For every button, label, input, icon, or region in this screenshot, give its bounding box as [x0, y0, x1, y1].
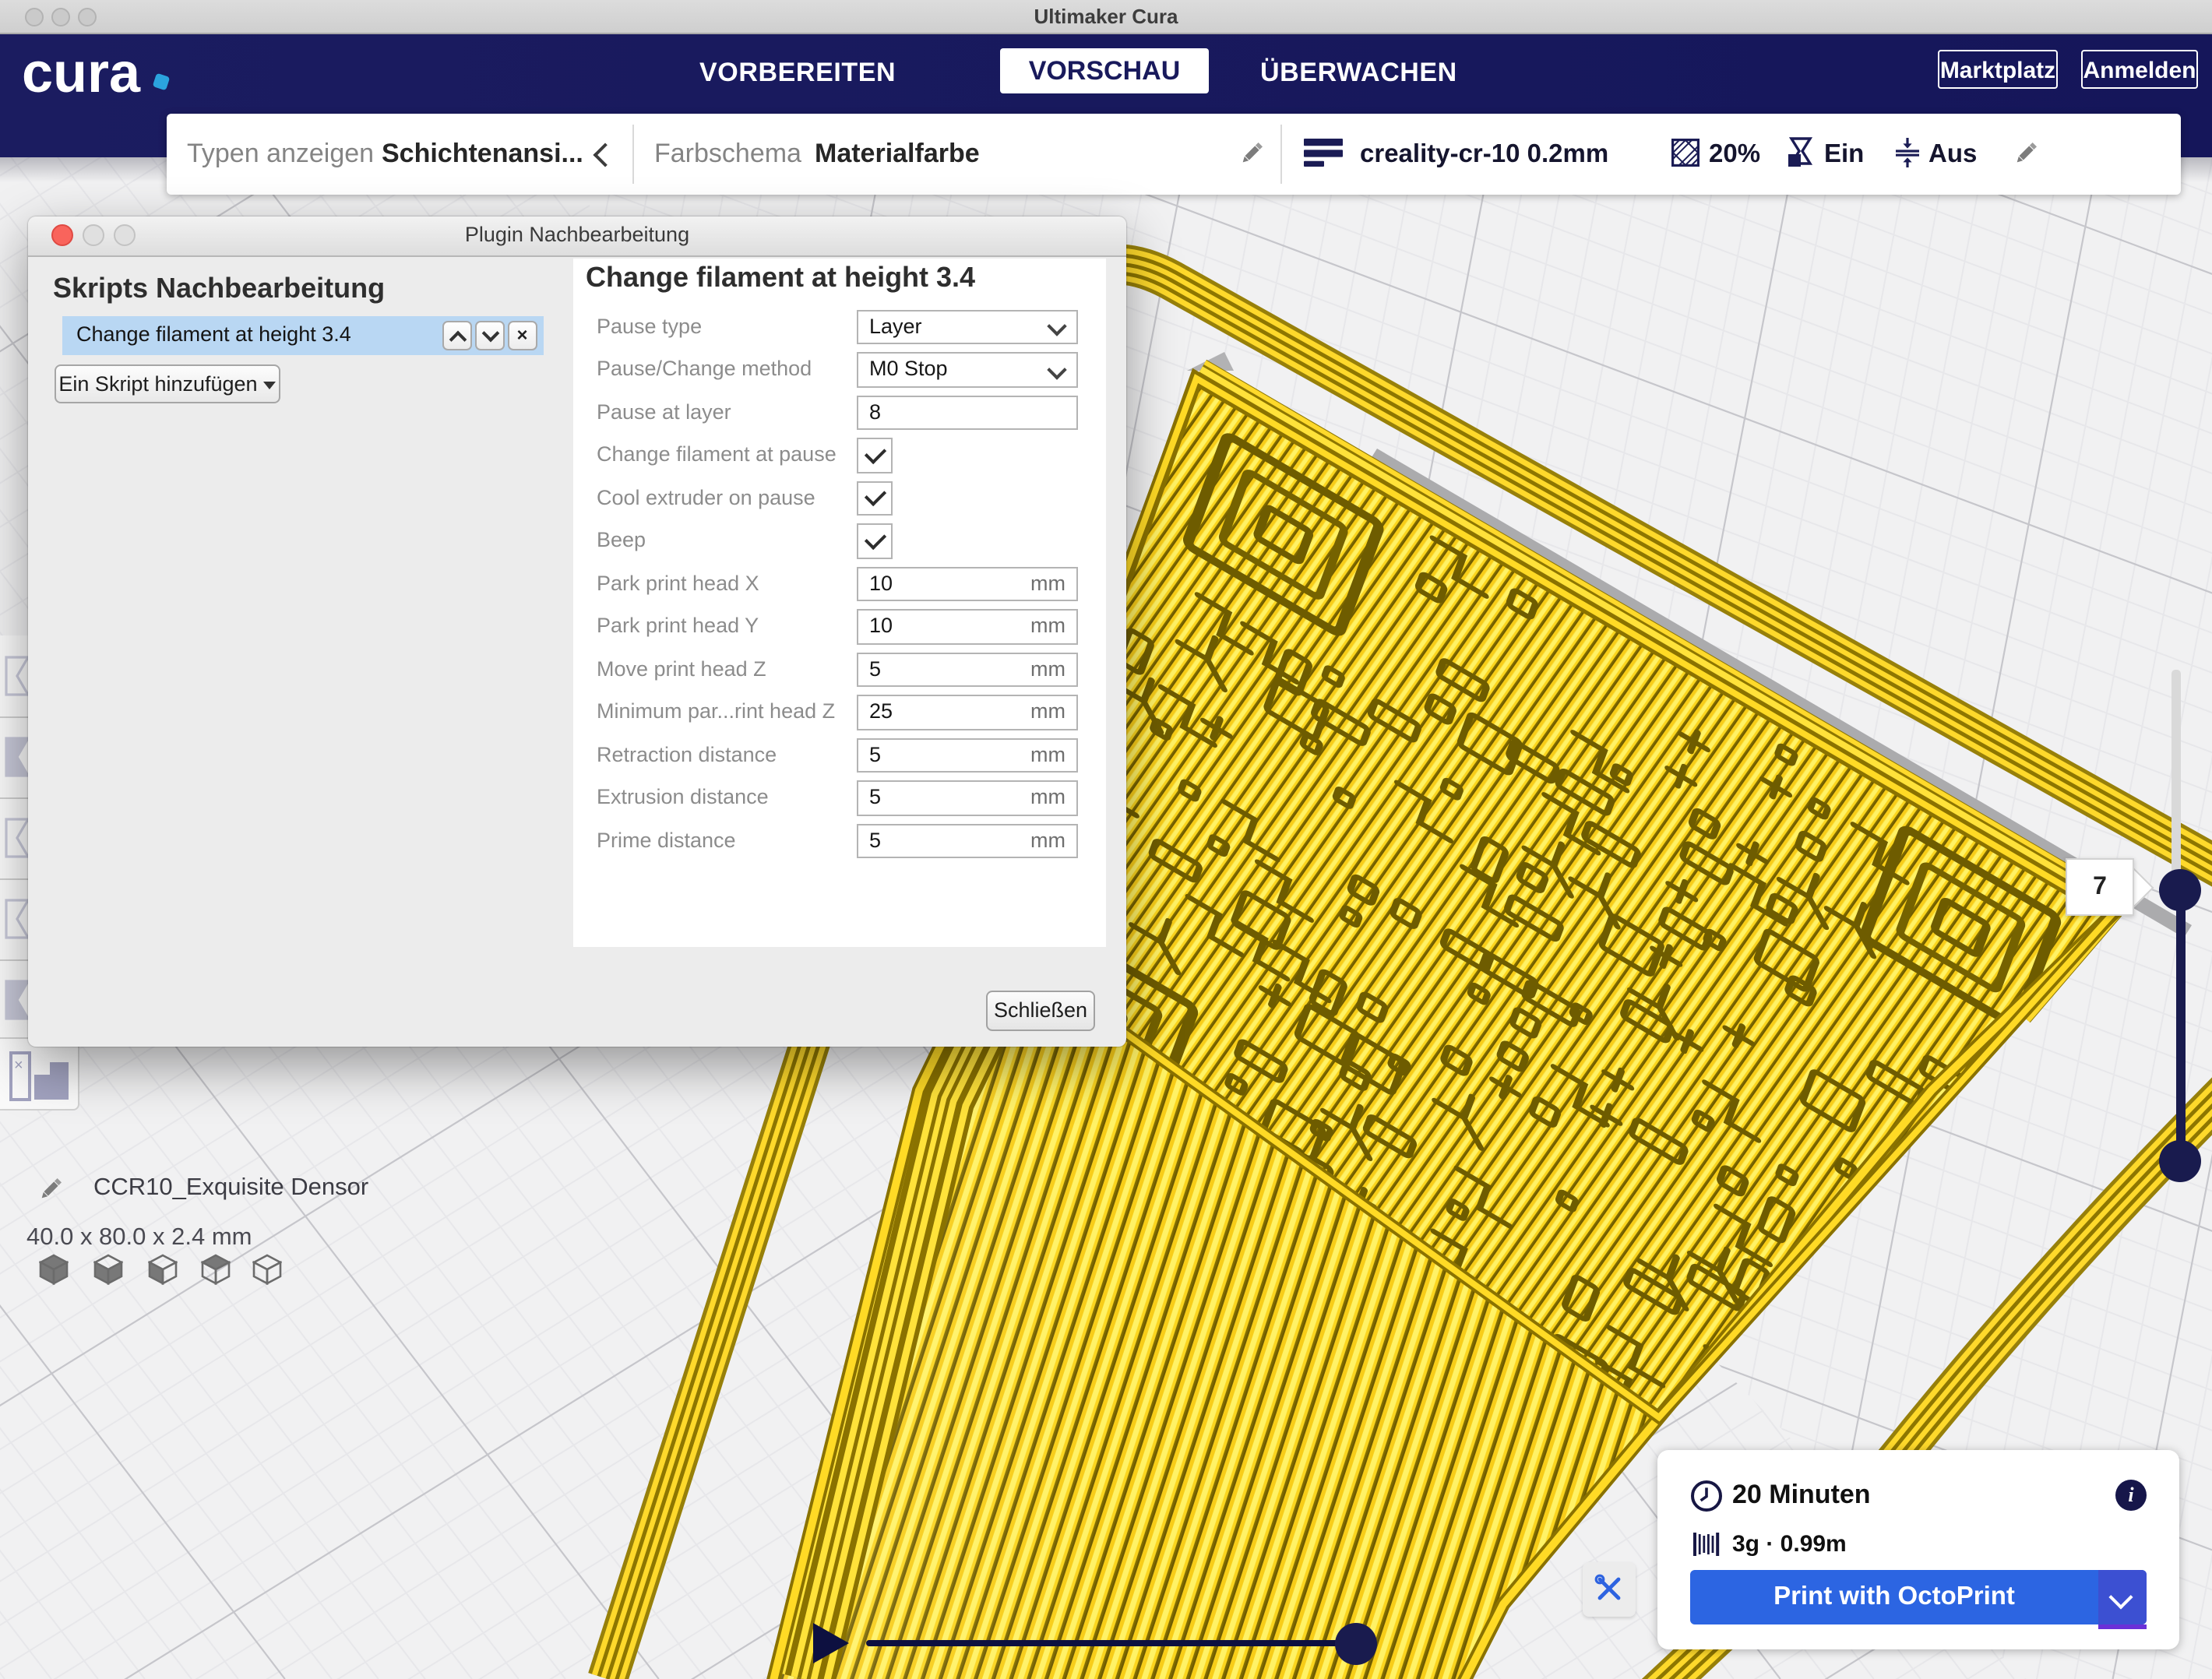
svg-text:×: ×	[14, 1057, 23, 1074]
